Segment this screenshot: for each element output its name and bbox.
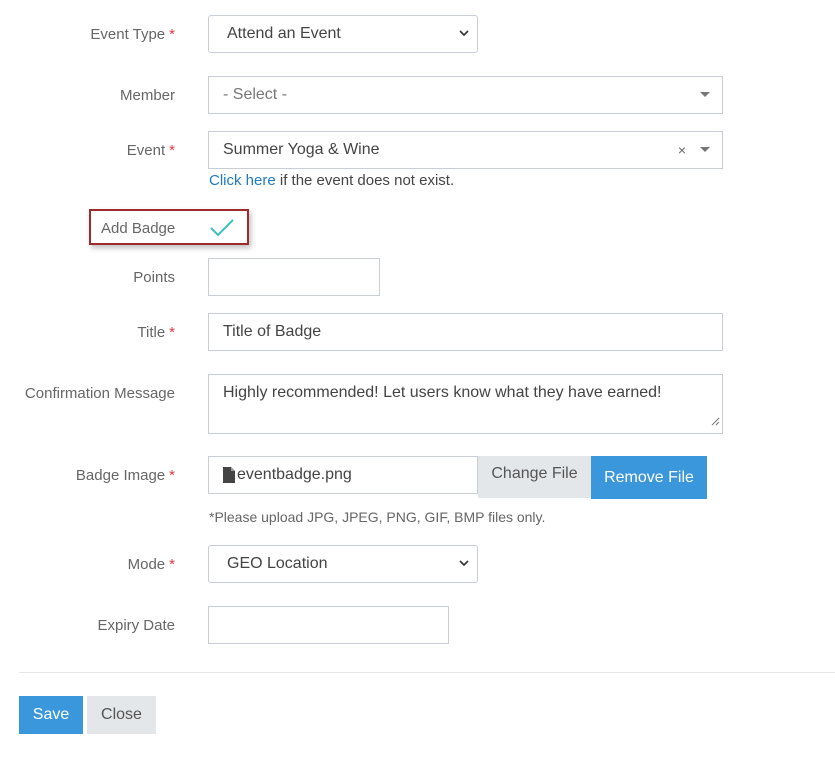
event-type-value: Attend an Event	[227, 25, 341, 42]
event-help-text: if the event does not exist.	[275, 172, 455, 189]
confirmation-label: Confirmation Message	[25, 385, 175, 402]
title-value: Title of Badge	[223, 323, 322, 340]
chevron-down-icon	[459, 558, 469, 570]
resize-handle-icon[interactable]	[711, 413, 720, 431]
change-file-button[interactable]: Change File	[478, 456, 591, 498]
clear-icon[interactable]: ×	[678, 142, 686, 158]
expiry-date-label-text: Expiry Date	[97, 617, 175, 634]
expiry-date-input[interactable]	[208, 606, 449, 644]
event-type-label: Event Type *	[90, 26, 175, 43]
required-mark: *	[169, 556, 175, 573]
member-value: - Select -	[223, 86, 288, 103]
event-value: Summer Yoga & Wine	[223, 141, 380, 158]
points-label: Points	[133, 269, 175, 286]
add-badge-highlight: Add Badge	[89, 209, 249, 245]
required-mark: *	[169, 467, 175, 484]
badge-file-display: eventbadge.png	[208, 456, 478, 494]
file-type-hint: *Please upload JPG, JPEG, PNG, GIF, BMP …	[209, 509, 546, 525]
mode-label: Mode *	[128, 556, 175, 573]
confirmation-textarea[interactable]: Highly recommended! Let users know what …	[208, 374, 723, 434]
add-badge-label: Add Badge	[101, 220, 176, 237]
event-type-select[interactable]: Attend an Event	[208, 15, 478, 53]
member-label: Member	[120, 87, 175, 104]
title-label: Title *	[137, 324, 175, 341]
event-label: Event *	[127, 142, 175, 159]
member-select[interactable]: - Select -	[208, 76, 723, 114]
confirmation-label-text: Confirmation Message	[24, 385, 175, 402]
event-select[interactable]: Summer Yoga & Wine ×	[208, 131, 723, 169]
required-mark: *	[169, 26, 175, 43]
chevron-down-icon	[459, 28, 469, 40]
member-label-text: Member	[119, 87, 175, 104]
close-button[interactable]: Close	[87, 696, 156, 734]
dropdown-arrow-icon	[700, 92, 710, 97]
event-label-text: Event	[126, 142, 166, 159]
expiry-date-label: Expiry Date	[97, 617, 175, 634]
badge-file-name: eventbadge.png	[237, 466, 352, 483]
dropdown-arrow-icon	[700, 147, 710, 152]
remove-file-button[interactable]: Remove File	[591, 456, 707, 499]
mode-value: GEO Location	[227, 555, 328, 572]
file-icon	[223, 467, 235, 488]
mode-select[interactable]: GEO Location	[208, 545, 478, 583]
event-help: Click here if the event does not exist.	[209, 172, 454, 189]
mode-label-text: Mode	[127, 556, 166, 573]
points-input[interactable]	[208, 258, 380, 296]
required-mark: *	[169, 142, 175, 159]
title-label-text: Title	[137, 324, 166, 341]
confirmation-value: Highly recommended! Let users know what …	[223, 384, 662, 401]
checkmark-icon	[210, 219, 234, 237]
badge-image-label: Badge Image *	[76, 467, 175, 484]
points-label-text: Points	[133, 269, 175, 286]
required-mark: *	[169, 324, 175, 341]
event-type-label-text: Event Type	[90, 26, 166, 43]
badge-image-label-text: Badge Image	[75, 467, 166, 484]
add-badge-checkbox[interactable]	[209, 217, 235, 242]
save-button[interactable]: Save	[19, 696, 83, 734]
divider	[19, 672, 835, 673]
create-event-link[interactable]: Click here	[209, 172, 276, 189]
title-input[interactable]: Title of Badge	[208, 313, 723, 351]
